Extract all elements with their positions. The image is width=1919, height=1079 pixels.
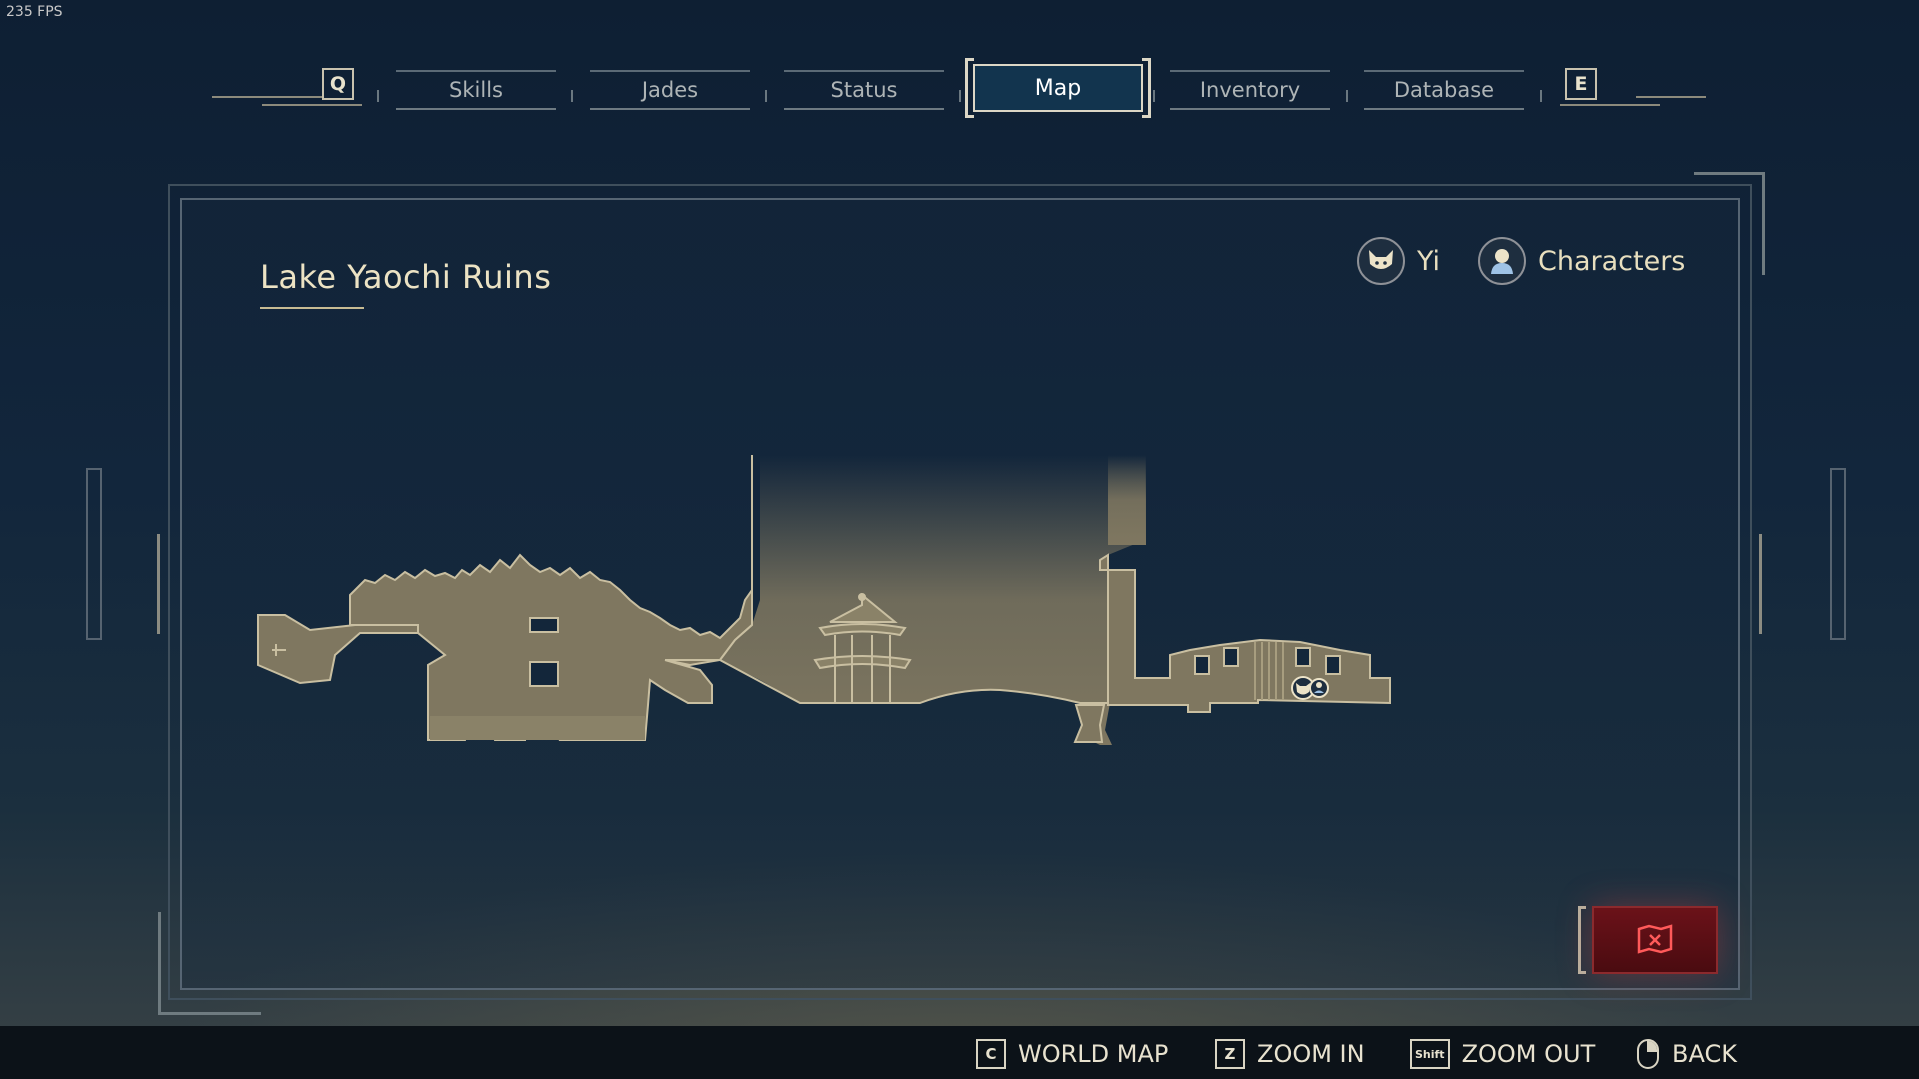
mouse-right-icon [1637,1039,1659,1069]
terrain-east-village [1099,553,1391,713]
hint-key-c: C [976,1039,1006,1069]
terrain-lower-floor [430,716,645,740]
hint-key-shift: Shift [1410,1039,1450,1069]
hint-back[interactable]: BACK [1636,1038,1737,1070]
hint-label: ZOOM IN [1257,1040,1365,1068]
player-position-marker[interactable] [1291,676,1329,700]
terrain-central-basin [720,455,1145,745]
terrain-east-shaft [1108,455,1146,545]
close-map-button[interactable] [1592,906,1718,974]
terrain-small-outcrop [1073,704,1106,743]
terrain-window [529,617,559,633]
hint-label: ZOOM OUT [1461,1040,1596,1068]
hint-key-z: Z [1215,1039,1245,1069]
hint-label: WORLD MAP [1018,1040,1169,1068]
game-map-screen: 235 FPS Q Skills Jades Status Map Invent… [0,0,1919,1079]
close-button-bracket [1578,906,1586,974]
terrain-window [529,661,559,687]
terrain-west-ruins [257,553,753,741]
hint-zoom-out[interactable]: Shift ZOOM OUT [1410,1038,1595,1070]
hint-label: BACK [1672,1040,1737,1068]
map-close-icon [1637,924,1673,954]
bottom-hint-bar [0,1026,1919,1079]
hint-world-map[interactable]: C WORLD MAP [976,1038,1168,1070]
hint-zoom-in[interactable]: Z ZOOM IN [1215,1038,1365,1070]
